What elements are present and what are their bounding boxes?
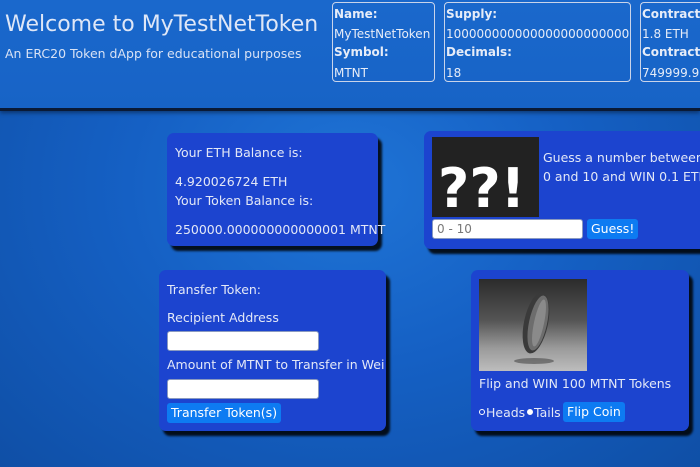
contract-label-2: Contract T bbox=[642, 45, 700, 59]
recipient-address-input[interactable] bbox=[167, 331, 319, 351]
contract-balance-box: Contract 1.8 ETH Contract T 749999.99 bbox=[640, 2, 700, 82]
balance-card: Your ETH Balance is: 4.920026724 ETH You… bbox=[167, 133, 385, 246]
supply-label: Supply: bbox=[446, 7, 498, 21]
heads-label: Heads bbox=[486, 405, 526, 420]
decimals-value: 18 bbox=[446, 66, 462, 80]
question-marks-image: ??! bbox=[432, 137, 539, 220]
transfer-amount-input[interactable] bbox=[167, 379, 319, 399]
transfer-title: Transfer Token: bbox=[167, 282, 262, 297]
coin-image bbox=[479, 279, 587, 371]
eth-balance-value: 4.920026724 ETH bbox=[175, 174, 288, 189]
decimals-label: Decimals: bbox=[446, 45, 512, 59]
guess-button[interactable]: Guess! bbox=[587, 219, 639, 239]
recipient-address-label: Recipient Address bbox=[167, 310, 279, 325]
transfer-amount-label: Amount of MTNT to Transfer in Wei bbox=[167, 357, 385, 372]
eth-balance-label: Your ETH Balance is: bbox=[175, 145, 303, 160]
guess-card: ??! Guess a number between 0 and 10 and … bbox=[424, 131, 700, 249]
token-balance-label: Your Token Balance is: bbox=[175, 193, 314, 208]
guess-number-input[interactable] bbox=[432, 219, 583, 239]
guess-text-line2: 0 and 10 and WIN 0.1 ETH bbox=[543, 169, 700, 184]
symbol-value: MTNT bbox=[334, 66, 368, 80]
heads-radio[interactable] bbox=[479, 409, 485, 415]
transfer-card: Transfer Token: Recipient Address Amount… bbox=[159, 270, 386, 431]
token-name-symbol-box: Name: MyTestNetToken Symbol: MTNT bbox=[332, 2, 435, 82]
tails-label: Tails bbox=[534, 405, 561, 420]
token-balance-value: 250000.000000000000001 MTNT bbox=[175, 222, 386, 237]
contract-value-2: 749999.99 bbox=[642, 66, 700, 80]
question-glyph: ??! bbox=[438, 157, 525, 217]
name-value: MyTestNetToken bbox=[334, 27, 431, 41]
page-title: Welcome to MyTestNetToken bbox=[5, 12, 319, 37]
tails-radio[interactable] bbox=[527, 409, 533, 415]
contract-value-1: 1.8 ETH bbox=[642, 27, 689, 41]
token-supply-decimals-box: Supply: 1000000000000000000000000 Decima… bbox=[444, 2, 631, 82]
flip-text: Flip and WIN 100 MTNT Tokens bbox=[479, 376, 672, 391]
page-subtitle: An ERC20 Token dApp for educational purp… bbox=[5, 46, 302, 61]
contract-label-1: Contract bbox=[642, 7, 700, 21]
flip-coin-card: Flip and WIN 100 MTNT Tokens Heads Tails… bbox=[471, 270, 689, 431]
symbol-label: Symbol: bbox=[334, 45, 389, 59]
name-label: Name: bbox=[334, 7, 378, 21]
supply-value: 1000000000000000000000000 bbox=[446, 27, 631, 41]
flip-coin-button[interactable]: Flip Coin bbox=[563, 402, 625, 422]
guess-text-line1: Guess a number between bbox=[543, 150, 700, 165]
page-header: Welcome to MyTestNetToken An ERC20 Token… bbox=[0, 0, 700, 111]
transfer-tokens-button[interactable]: Transfer Token(s) bbox=[167, 403, 282, 423]
